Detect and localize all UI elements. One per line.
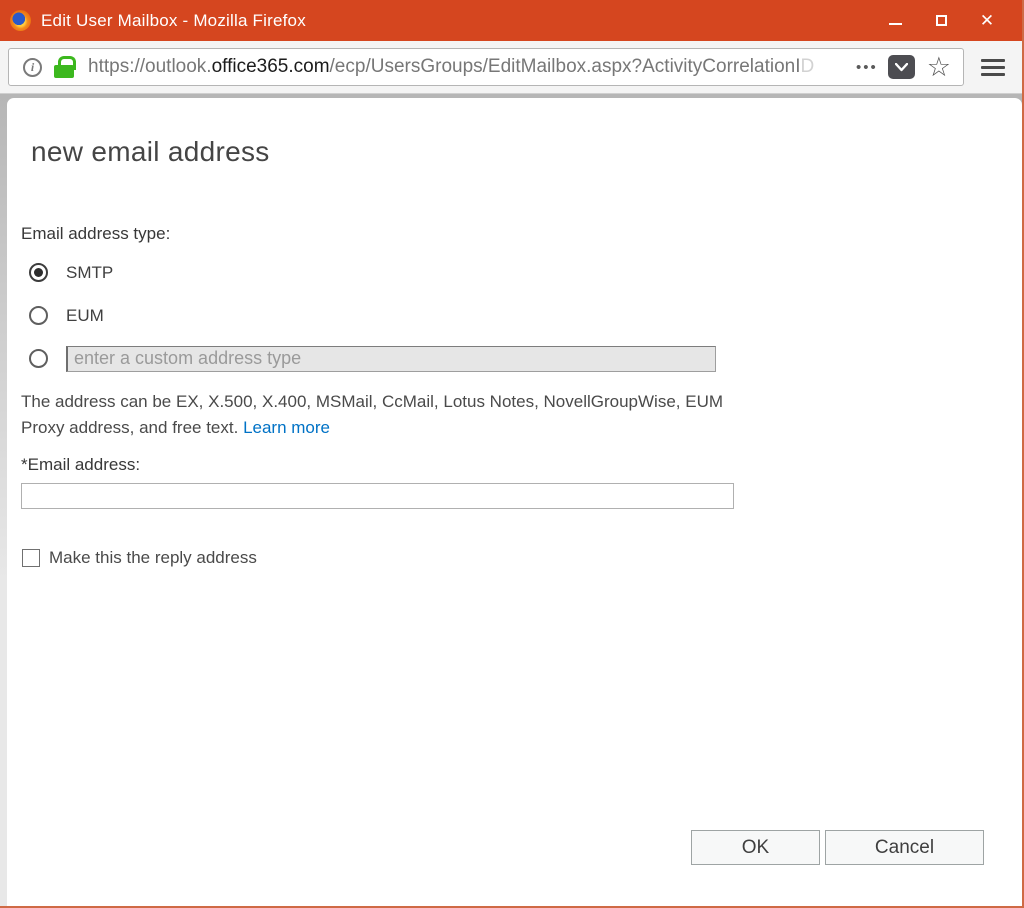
radio-custom[interactable] — [29, 349, 48, 368]
address-type-label: Email address type: — [21, 224, 1022, 244]
title-bar: Edit User Mailbox - Mozilla Firefox ✕ — [0, 0, 1022, 41]
address-text[interactable]: https://outlook.office365.com/ecp/UsersG… — [88, 56, 850, 78]
url-path: /ecp/UsersGroups/EditMailbox.aspx?Activi… — [330, 56, 801, 77]
hamburger-menu-icon[interactable] — [972, 59, 1014, 76]
address-type-description: The address can be EX, X.500, X.400, MSM… — [21, 389, 1022, 441]
close-button[interactable]: ✕ — [964, 0, 1010, 41]
custom-address-type-input[interactable] — [66, 346, 716, 372]
page-actions-icon[interactable]: ••• — [856, 59, 878, 76]
window-title: Edit User Mailbox - Mozilla Firefox — [41, 11, 306, 31]
radio-row-smtp[interactable]: SMTP — [21, 258, 1022, 287]
https-lock-icon[interactable] — [54, 56, 74, 78]
dialog-buttons: OK Cancel — [691, 830, 984, 865]
bookmark-star-icon[interactable]: ☆ — [927, 54, 951, 81]
radio-row-eum[interactable]: EUM — [21, 301, 1022, 330]
minimize-icon — [889, 23, 902, 25]
reply-address-checkbox[interactable] — [22, 549, 40, 567]
url-scheme: https://outlook. — [88, 56, 212, 77]
radio-row-custom[interactable] — [21, 344, 1022, 373]
radio-eum[interactable] — [29, 306, 48, 325]
minimize-button[interactable] — [872, 0, 918, 41]
firefox-icon — [10, 10, 31, 31]
email-address-label: *Email address: — [21, 455, 1022, 475]
site-info-icon[interactable]: i — [23, 58, 42, 77]
radio-smtp[interactable] — [29, 263, 48, 282]
email-address-form: Email address type: SMTP EUM The address… — [21, 224, 1022, 568]
pocket-icon[interactable] — [888, 55, 915, 79]
url-domain: office365.com — [212, 56, 330, 77]
dialog-panel: new email address Email address type: SM… — [7, 98, 1022, 906]
close-icon: ✕ — [980, 12, 994, 29]
url-bar[interactable]: i https://outlook.office365.com/ecp/User… — [8, 48, 964, 86]
reply-address-row[interactable]: Make this the reply address — [21, 548, 1022, 568]
url-path-faded: D — [801, 56, 815, 77]
pocket-chevron-icon — [895, 63, 908, 72]
navigation-bar: i https://outlook.office365.com/ecp/User… — [0, 41, 1022, 94]
cancel-button[interactable]: Cancel — [825, 830, 984, 865]
description-line2: Proxy address, and free text. — [21, 418, 243, 437]
radio-smtp-label: SMTP — [66, 263, 113, 283]
page-background: new email address Email address type: SM… — [0, 94, 1022, 906]
reply-address-label: Make this the reply address — [49, 548, 257, 568]
firefox-window: Edit User Mailbox - Mozilla Firefox ✕ i … — [0, 0, 1024, 908]
window-controls: ✕ — [872, 0, 1010, 41]
description-line1: The address can be EX, X.500, X.400, MSM… — [21, 392, 723, 411]
radio-eum-label: EUM — [66, 306, 104, 326]
learn-more-link[interactable]: Learn more — [243, 418, 330, 437]
page-title: new email address — [31, 136, 1022, 168]
email-address-input[interactable] — [21, 483, 734, 509]
ok-button[interactable]: OK — [691, 830, 820, 865]
maximize-icon — [936, 15, 947, 26]
maximize-button[interactable] — [918, 0, 964, 41]
